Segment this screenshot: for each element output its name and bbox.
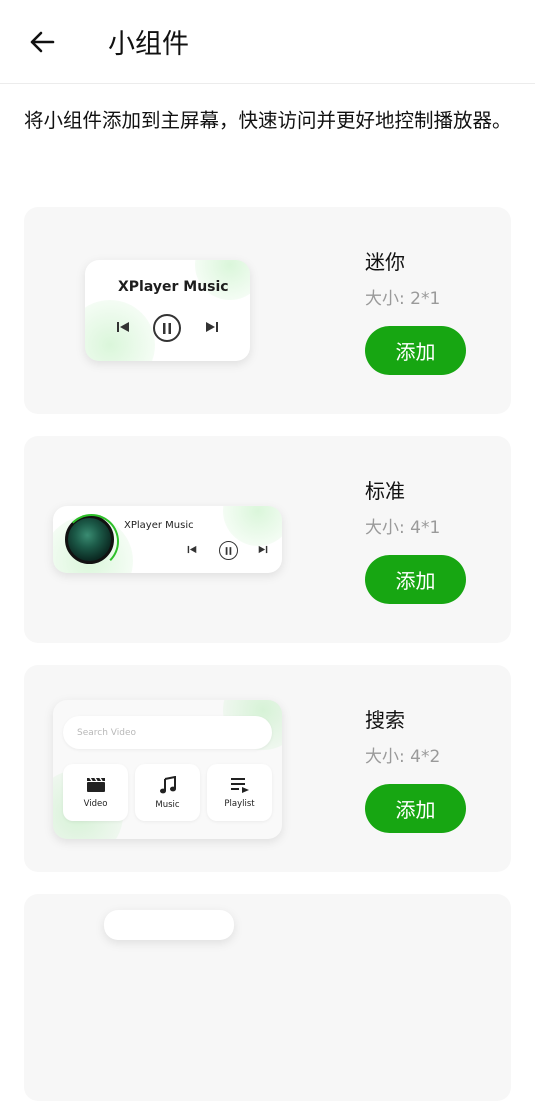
widget-size: 大小: 4*1 bbox=[365, 518, 441, 538]
prev-icon bbox=[186, 544, 198, 555]
widget-card-standard: XPlayer Music 标准 大小: 4*1 添加 bbox=[24, 436, 511, 643]
mini-widget-preview: XPlayer Music bbox=[85, 260, 250, 361]
next-icon bbox=[257, 544, 269, 555]
playlist-icon bbox=[230, 777, 249, 793]
widget-card-partial bbox=[24, 894, 511, 1101]
search-input-preview: Search Video bbox=[63, 716, 272, 749]
pause-icon bbox=[153, 314, 181, 342]
widget-card-mini: XPlayer Music 迷你 大小: 2*1 添加 bbox=[24, 207, 511, 414]
tile-label: Music bbox=[155, 799, 180, 810]
widget-size: 大小: 4*2 bbox=[365, 747, 441, 767]
tile-music: Music bbox=[135, 764, 200, 821]
preview-title: XPlayer Music bbox=[118, 279, 229, 295]
widget-card-search: Search Video Video Music Playlist 搜索 大小:… bbox=[24, 665, 511, 872]
page-title: 小组件 bbox=[108, 29, 189, 60]
tile-label: Video bbox=[83, 798, 108, 809]
tile-video: Video bbox=[63, 764, 128, 821]
intro-text: 将小组件添加到主屏幕，快速访问并更好地控制播放器。 bbox=[24, 109, 512, 132]
standard-widget-preview: XPlayer Music bbox=[53, 506, 282, 573]
add-mini-widget-button[interactable]: 添加 bbox=[365, 326, 466, 375]
widget-name: 迷你 bbox=[365, 250, 405, 274]
widget-name: 标准 bbox=[365, 479, 405, 503]
next-icon bbox=[204, 320, 220, 334]
music-note-icon bbox=[159, 775, 176, 793]
album-disc-icon bbox=[64, 514, 119, 569]
tile-label: Playlist bbox=[224, 798, 255, 809]
add-search-widget-button[interactable]: 添加 bbox=[365, 784, 466, 833]
tile-playlist: Playlist bbox=[207, 764, 272, 821]
widget-size: 大小: 2*1 bbox=[365, 289, 441, 309]
app-bar: 小组件 bbox=[0, 0, 535, 84]
add-standard-widget-button[interactable]: 添加 bbox=[365, 555, 466, 604]
clapperboard-icon bbox=[86, 777, 105, 792]
widget-name: 搜索 bbox=[365, 708, 405, 732]
preview-title: XPlayer Music bbox=[124, 520, 194, 531]
prev-icon bbox=[115, 320, 131, 334]
pause-icon bbox=[219, 541, 238, 560]
back-button[interactable] bbox=[22, 24, 62, 60]
arrow-left-icon bbox=[30, 31, 55, 53]
search-widget-preview: Search Video Video Music Playlist bbox=[53, 700, 282, 839]
